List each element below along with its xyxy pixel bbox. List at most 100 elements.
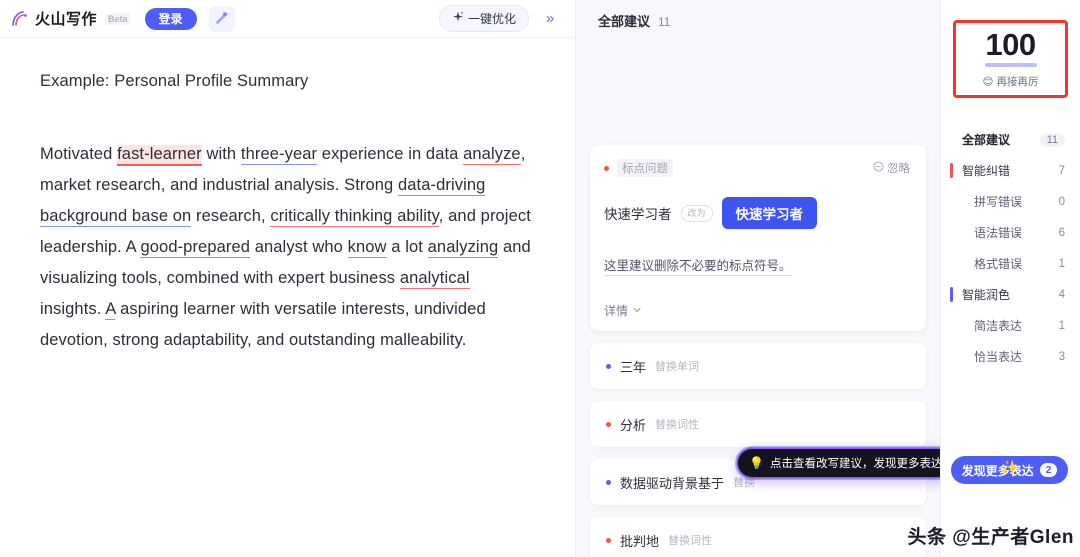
discover-more-count: 2 [1039, 463, 1058, 477]
score-box: 100 😊 再接再厉 [953, 20, 1068, 98]
severity-dot [606, 363, 611, 369]
sidebar-item-count: 7 [1058, 164, 1065, 177]
discover-more-button[interactable]: 发现更多表达 2 ✨ [951, 456, 1068, 484]
sidebar-item-格式错误[interactable]: 格式错误 1 [950, 248, 1071, 279]
sidebar-item-全部建议[interactable]: 全部建议 11 [950, 124, 1071, 155]
sidebar-item-label: 拼写错误 [974, 195, 1023, 209]
beta-tag: Beta [105, 12, 131, 25]
text-run: analyst who [250, 238, 348, 256]
rewrite-hint-text: 点击查看改写建议，发现更多表达 [769, 458, 940, 470]
flagged-text-9[interactable]: critically thinking ability [270, 207, 439, 227]
detail-label: 详情 [604, 304, 629, 318]
suggestion-description: 这里建议删除不必要的标点符号。 [604, 255, 792, 276]
circle-minus-icon [873, 161, 884, 175]
sidebar-item-count: 4 [1058, 288, 1065, 301]
sidebar-item-count: 3 [1058, 350, 1065, 363]
suggestions-header: 全部建议 11 [576, 0, 940, 40]
sidebar-item-智能润色[interactable]: 智能润色 4 [950, 279, 1071, 310]
detail-toggle[interactable]: 详情 [604, 302, 910, 319]
suggestions-list: 标点问题 忽略 快速学习者 改为 快速学习者 这里建议删除不必要的标点符号。 详… [576, 40, 940, 557]
suggestion-item[interactable]: 批判地 替换词性 [590, 517, 926, 557]
flagged-text-1[interactable]: fast-learner [117, 145, 202, 166]
sidebar-item-label: 智能润色 [962, 288, 1011, 302]
suggestion-item-word: 数据驱动背景基于 [620, 475, 725, 491]
brand-name: 火山写作 [35, 11, 98, 28]
document-area[interactable]: Example: Personal Profile Summary Motiva… [0, 38, 575, 557]
suggestions-header-label: 全部建议 [598, 14, 651, 29]
flagged-text-13[interactable]: know [347, 238, 387, 258]
suggestion-item[interactable]: 分析 替换词性 [590, 401, 926, 447]
chevron-down-icon [632, 304, 642, 318]
smiley-icon: 😊 [982, 75, 994, 88]
sidebar-item-label: 格式错误 [974, 257, 1023, 271]
score-value: 100 [985, 27, 1036, 62]
suggestion-item-word: 分析 [620, 417, 647, 433]
right-sidebar: 100 😊 再接再厉 全部建议 11 智能纠错 7 拼写错误 0 语法错误 6 格式错误 1 智能润… [940, 0, 1080, 557]
sidebar-item-智能纠错[interactable]: 智能纠错 7 [950, 155, 1071, 186]
flagged-text-3[interactable]: three-year [240, 145, 318, 165]
sidebar-item-count: 1 [1058, 257, 1065, 270]
suggestion-card-expanded[interactable]: 标点问题 忽略 快速学习者 改为 快速学习者 这里建议删除不必要的标点符号。 详… [590, 145, 926, 331]
sidebar-item-语法错误[interactable]: 语法错误 6 [950, 217, 1071, 248]
discover-more-label: 发现更多表达 [961, 463, 1034, 478]
suggestion-item-tag: 替换词性 [668, 535, 713, 547]
sidebar-item-count: 6 [1058, 226, 1065, 239]
sparkle-icon [452, 11, 464, 26]
category-nav: 全部建议 11 智能纠错 7 拼写错误 0 语法错误 6 格式错误 1 智能润色 4 简洁表达 1 恰当表达… [950, 124, 1071, 372]
editor-pane: 火山写作 Beta 登录 一键优化 » Example: Personal Pr… [0, 0, 576, 557]
login-button[interactable]: 登录 [144, 7, 197, 30]
flagged-text-17[interactable]: analytical [399, 269, 470, 289]
volcano-logo-icon [10, 9, 30, 29]
text-run: insights. [40, 300, 106, 318]
sidebar-item-label: 语法错误 [974, 226, 1023, 240]
score-caption-text: 再接再厉 [996, 76, 1039, 88]
ignore-button[interactable]: 忽略 [873, 160, 910, 176]
suggestion-item-word: 三年 [620, 359, 647, 375]
lightbulb-icon: 💡 [749, 456, 764, 470]
toolbar-right-group: 一键优化 » [438, 5, 563, 32]
severity-dot [606, 537, 611, 543]
watermark: 头条 @生产者Glen [907, 527, 1074, 548]
sidebar-item-简洁表达[interactable]: 简洁表达 1 [950, 310, 1071, 341]
sidebar-item-恰当表达[interactable]: 恰当表达 3 [950, 341, 1071, 372]
category-accent-bar [950, 287, 953, 302]
sidebar-item-count: 1 [1058, 319, 1065, 332]
text-run: Motivated [40, 145, 118, 163]
sidebar-item-count: 0 [1058, 195, 1065, 208]
sidebar-item-label: 简洁表达 [974, 319, 1023, 333]
flagged-text-15[interactable]: analyzing [427, 238, 499, 258]
brand: 火山写作 Beta [10, 8, 131, 29]
flagged-text-19[interactable]: A [105, 300, 116, 320]
document-title: Example: Personal Profile Summary [40, 72, 309, 90]
text-run: a lot [386, 238, 428, 256]
severity-dot [606, 421, 611, 427]
top-toolbar: 火山写作 Beta 登录 一键优化 » [0, 0, 575, 38]
sidebar-item-label: 恰当表达 [974, 350, 1023, 364]
suggestions-header-count: 11 [658, 15, 671, 29]
double-chevron-right-icon[interactable]: » [537, 6, 563, 32]
sidebar-item-count: 11 [1039, 132, 1065, 147]
suggestion-item-tag: 替换单词 [655, 361, 700, 373]
text-run: with [201, 145, 241, 163]
ignore-label: 忽略 [887, 163, 910, 175]
apply-replacement-button[interactable]: 快速学习者 [721, 197, 818, 229]
sidebar-item-label: 智能纠错 [962, 164, 1011, 178]
text-run: experience in data [317, 145, 464, 163]
rewrite-hint-tooltip: 💡 点击查看改写建议，发现更多表达 [738, 449, 940, 477]
original-word: 快速学习者 [604, 207, 672, 222]
one-click-optimize-button[interactable]: 一键优化 [438, 5, 529, 32]
flagged-text-5[interactable]: analyze [463, 145, 521, 165]
sparkle-badge-icon: ✨ [1001, 459, 1019, 475]
one-click-optimize-label: 一键优化 [467, 12, 516, 26]
sidebar-item-拼写错误[interactable]: 拼写错误 0 [950, 186, 1071, 217]
sidebar-item-label: 全部建议 [962, 133, 1011, 147]
document-paragraph[interactable]: Motivated fast-learner with three-year e… [40, 139, 535, 356]
flagged-text-11[interactable]: good-prepared [140, 238, 251, 258]
score-caption: 😊 再接再厉 [983, 74, 1039, 89]
magic-wand-icon[interactable] [208, 5, 235, 32]
suggestion-item[interactable]: 三年 替换单词 [590, 343, 926, 389]
suggestions-pane: 全部建议 11 标点问题 忽略 快速学习者 改为 快速学习者 这里建议删除不必要… [576, 0, 940, 557]
suggestion-card-header: 标点问题 忽略 [604, 159, 910, 177]
severity-dot [606, 479, 611, 485]
score-underline [984, 63, 1037, 67]
